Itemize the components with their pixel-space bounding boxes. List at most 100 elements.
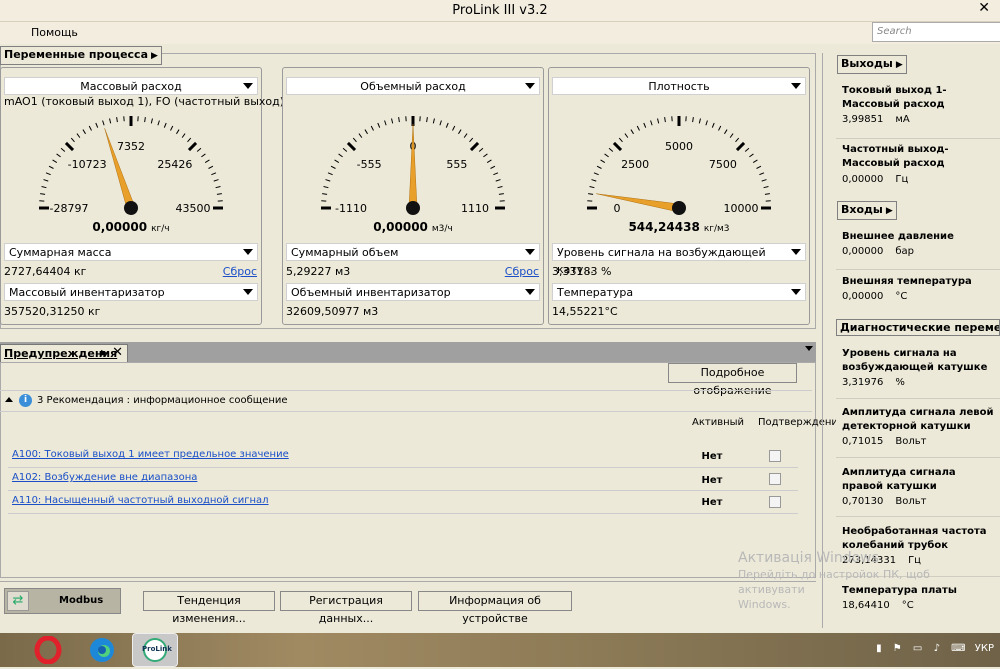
- diag-item: Уровень сигнала на возбуждающей катушке …: [836, 347, 1000, 397]
- gauge-tick: [205, 160, 209, 163]
- gauge-tick-label: 555: [446, 158, 467, 171]
- alarm-link[interactable]: A102: Возбуждение вне диапазона: [12, 472, 197, 483]
- total-dropdown[interactable]: Уровень сигнала на возбуждающей кату...: [552, 243, 806, 261]
- gauge-title-dropdown[interactable]: Массовый расход: [4, 77, 258, 95]
- close-icon[interactable]: ✕: [978, 0, 990, 16]
- inputs-label: Входы: [841, 203, 883, 216]
- outputs-button[interactable]: Выходы▶: [837, 55, 907, 74]
- output-number: 3,99851: [842, 114, 883, 125]
- gauge-tick: [427, 117, 428, 122]
- confirm-checkbox[interactable]: [769, 450, 781, 462]
- close-icon[interactable]: ✕: [112, 345, 123, 360]
- flag-icon[interactable]: ⚑: [893, 643, 902, 654]
- chevron-down-icon: [525, 249, 535, 255]
- column-active: Активный: [692, 416, 732, 429]
- gauge-tick: [42, 187, 47, 188]
- gauge-tick: [110, 119, 111, 124]
- gauge-title-dropdown[interactable]: Объемный расход: [286, 77, 540, 95]
- chevron-down-icon: [525, 289, 535, 295]
- inventory-label: Объемный инвентаризатор: [291, 286, 451, 299]
- gauge-tick: [61, 148, 65, 151]
- alarm-link[interactable]: A110: Насыщенный частотный выходной сигн…: [12, 495, 269, 506]
- gauge-tick: [749, 154, 753, 157]
- gauge-tick: [498, 187, 503, 188]
- gauge-tick: [470, 138, 473, 142]
- input-unit: бар: [895, 246, 914, 257]
- tab-warnings[interactable]: Предупреждения ▶ ✕: [0, 344, 128, 362]
- gauge-tick-label: 43500: [176, 202, 211, 215]
- total-dropdown[interactable]: Суммарный объем: [286, 243, 540, 261]
- gauge-tick: [609, 148, 613, 151]
- reset-link[interactable]: Сброс: [223, 265, 257, 278]
- device-info-button[interactable]: Информация об устройстве: [418, 591, 572, 611]
- divider: [836, 398, 1000, 399]
- input-item: Внешняя температура 0,00000°C: [836, 275, 1000, 315]
- gauge-tick: [201, 154, 205, 157]
- battery-icon[interactable]: ▮: [876, 643, 882, 654]
- gauge-tick: [601, 160, 605, 163]
- gauge-tick: [724, 130, 727, 134]
- language-indicator[interactable]: УКР: [975, 643, 994, 654]
- diag-item: Амплитуда сигнала левой детекторной кату…: [836, 406, 1000, 456]
- gauge-tick: [483, 154, 487, 157]
- gauge-tick: [335, 160, 339, 163]
- gauge-tick: [637, 126, 639, 130]
- gauge-tick: [605, 154, 609, 157]
- diagnostics-button[interactable]: Диагностические переменные: [836, 319, 1000, 336]
- gauge-tick: [197, 148, 201, 151]
- data-logging-button[interactable]: Регистрация данных...: [280, 591, 412, 611]
- trend-button[interactable]: Тенденция изменения...: [143, 591, 275, 611]
- collapse-icon[interactable]: [5, 397, 13, 402]
- inventory-dropdown[interactable]: Массовый инвентаризатор: [4, 283, 258, 301]
- diag-value: 18,64410°C: [842, 600, 914, 611]
- gauge-value-number: 544,24438: [628, 220, 699, 234]
- edge-icon[interactable]: [87, 636, 117, 664]
- gauge-tick: [399, 117, 400, 122]
- gauge-unit: кг/м3: [704, 224, 730, 234]
- gauge-title: Массовый расход: [80, 80, 182, 93]
- inputs-button[interactable]: Входы▶: [837, 201, 897, 220]
- process-variables-button[interactable]: Переменные процесса▶: [0, 46, 162, 65]
- gauge-tick: [665, 117, 666, 122]
- gauge-title-dropdown[interactable]: Плотность: [552, 77, 806, 95]
- gauge-tick: [737, 143, 744, 150]
- alarm-link[interactable]: A100: Токовый выход 1 имеет предельное з…: [12, 449, 289, 460]
- search-input[interactable]: Search: [872, 22, 1000, 42]
- detail-view-button[interactable]: Подробное отображение: [668, 363, 797, 383]
- diag-unit: °C: [902, 600, 914, 611]
- menu-help[interactable]: Помощь: [31, 26, 78, 39]
- gauge-tick: [644, 123, 646, 128]
- volume-icon[interactable]: ♪: [934, 643, 940, 654]
- prolink-app-icon[interactable]: ProLink: [132, 633, 178, 667]
- reset-link[interactable]: Сброс: [505, 265, 539, 278]
- opera-icon[interactable]: [33, 636, 63, 664]
- gauge-tick: [452, 126, 454, 130]
- total-dropdown[interactable]: Суммарная масса: [4, 243, 258, 261]
- gauge-value: 0,00000м3/ч: [283, 220, 543, 234]
- gauge-unit: кг/ч: [151, 224, 170, 234]
- inventory-dropdown[interactable]: Температура: [552, 283, 806, 301]
- gauge-panel-density: Плотность 025005000750010000 544,24438кг…: [548, 67, 810, 325]
- gauge-tick: [479, 148, 483, 151]
- warning-group-row[interactable]: i 3 Рекомендация : информационное сообще…: [0, 390, 812, 412]
- gauge-tick: [592, 180, 597, 182]
- output-unit: Гц: [895, 174, 908, 185]
- gauge-tick: [328, 173, 333, 175]
- prolink-app-label: ProLink: [142, 645, 172, 653]
- gauge-tick-label: 2500: [621, 158, 649, 171]
- confirm-checkbox[interactable]: [769, 496, 781, 508]
- protocol-indicator[interactable]: ⇄ Modbus: [4, 588, 121, 614]
- title-bar: ProLink III v3.2 ✕: [0, 0, 1000, 22]
- gauge-tick: [588, 194, 593, 195]
- confirm-checkbox[interactable]: [769, 473, 781, 485]
- connection-icon[interactable]: ⇄: [7, 591, 29, 611]
- keyboard-icon[interactable]: ⌨: [951, 643, 965, 654]
- inventory-dropdown[interactable]: Объемный инвентаризатор: [286, 283, 540, 301]
- gauge-tick: [757, 166, 761, 168]
- network-icon[interactable]: ▭: [913, 643, 922, 654]
- chevron-down-icon[interactable]: [805, 346, 813, 351]
- output-unit: мА: [895, 114, 909, 125]
- diag-number: 0,70130: [842, 496, 883, 507]
- total-value: 3,33183 %: [552, 265, 611, 278]
- diag-value: 0,71015Вольт: [842, 436, 926, 447]
